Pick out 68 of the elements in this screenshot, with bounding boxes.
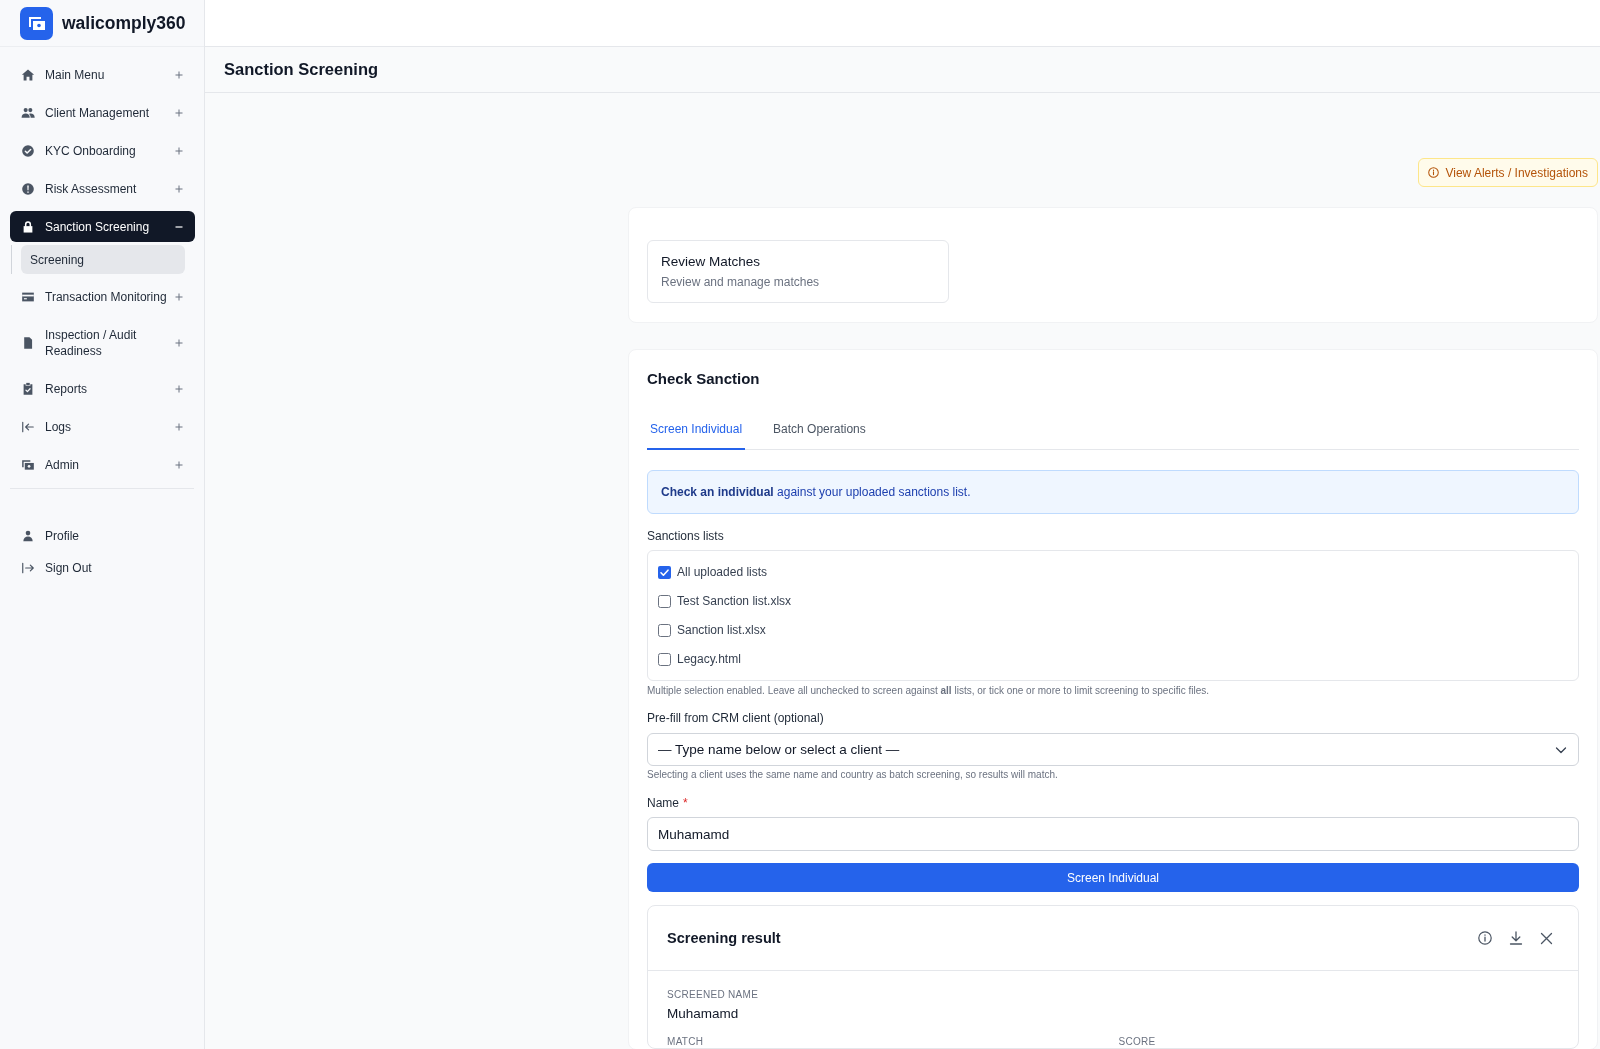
checkbox-label: All uploaded lists (677, 564, 768, 580)
tab[interactable]: Batch Operations (770, 409, 869, 450)
tab[interactable]: Screen Individual (647, 409, 746, 450)
field-label: Pre-fill from CRM client (optional) (647, 710, 824, 726)
document-icon (21, 335, 35, 350)
info-notice: Check an individual against your uploaded sanctions list. (647, 470, 1579, 514)
arrow-right-bar-icon (21, 561, 35, 575)
checkbox-label: Sanction list.xlsx (677, 622, 766, 638)
plus-icon[interactable] (175, 184, 183, 193)
account-item[interactable]: Profile (10, 521, 195, 551)
person-icon (21, 529, 35, 543)
result-title: Screening result (667, 930, 781, 946)
plus-icon[interactable] (175, 384, 183, 393)
nav-item[interactable]: KYC Onboarding (10, 135, 195, 166)
checkbox[interactable] (658, 652, 671, 666)
plus-icon[interactable] (175, 292, 183, 301)
result-field-value: Muhamamd (667, 1005, 739, 1023)
arrow-left-bar-icon (21, 419, 35, 434)
card-title: Review Matches (661, 254, 762, 270)
section-title: Check Sanction (647, 370, 761, 388)
checkbox[interactable] (658, 623, 671, 637)
app-name: walicomply360 (62, 12, 186, 34)
account-item[interactable]: Sign Out (10, 553, 195, 583)
plus-icon[interactable] (175, 70, 183, 79)
nav-item[interactable]: Client Management (10, 97, 195, 128)
logo-icon (20, 6, 53, 40)
checkbox[interactable] (658, 565, 671, 579)
nav-item[interactable]: Risk Assessment (10, 173, 195, 204)
nav-item[interactable]: Transaction Monitoring (10, 281, 195, 312)
windows-icon (21, 457, 35, 472)
close-icon[interactable] (1540, 931, 1553, 945)
clipboard-check-icon (21, 381, 35, 396)
plus-icon[interactable] (175, 146, 183, 155)
card-subtitle: Review and manage matches (661, 275, 821, 289)
plus-icon[interactable] (175, 338, 183, 347)
checkbox-label: Test Sanction list.xlsx (677, 593, 792, 609)
alerts-button[interactable]: View Alerts / Investigations (1418, 158, 1598, 187)
field-label: Name (647, 795, 679, 811)
checkbox[interactable] (658, 594, 671, 608)
required-mark: * (683, 795, 688, 811)
nav-item[interactable]: Logs (10, 411, 195, 442)
shortcut-card[interactable]: Review Matches Review and manage matches (647, 240, 949, 303)
plus-icon[interactable] (175, 108, 183, 117)
result-field-label: MATCH (667, 1036, 704, 1048)
page-title: Sanction Screening (224, 60, 379, 79)
download-icon[interactable] (1509, 931, 1523, 945)
helper-text: Multiple selection enabled. Leave all unchecked to screen against all lists, or tick one or more to limit screening to specific files. (647, 684, 1210, 698)
field-label: Sanctions lists (647, 528, 724, 544)
lock-icon (21, 219, 35, 234)
users-icon (21, 105, 35, 120)
nav-item[interactable]: Main Menu (10, 59, 195, 90)
nav-item[interactable]: Admin (10, 449, 195, 480)
client-select[interactable]: — Type name below or select a client — (647, 733, 1579, 766)
result-field-label: SCORE (1118, 1036, 1156, 1048)
name-input[interactable]: Muhamamd (647, 817, 1579, 851)
nav-item[interactable]: Inspection / Audit Readiness (10, 319, 195, 366)
info-icon (1428, 167, 1440, 178)
screen-individual-button[interactable]: Screen Individual (647, 863, 1579, 892)
plus-icon[interactable] (175, 460, 183, 469)
result-field-label: SCREENED NAME (667, 989, 759, 1001)
home-icon (21, 67, 35, 82)
plus-icon[interactable] (175, 422, 183, 431)
info-icon[interactable] (1478, 931, 1492, 945)
nav-item[interactable]: Reports (10, 373, 195, 404)
sub-nav-item[interactable]: Screening (21, 245, 185, 274)
nav-item[interactable]: Sanction Screening (10, 211, 195, 242)
helper-text: Selecting a client uses the same name and country as batch screening, so results will match. (647, 768, 1059, 782)
checkbox-label: Legacy.html (677, 651, 741, 667)
